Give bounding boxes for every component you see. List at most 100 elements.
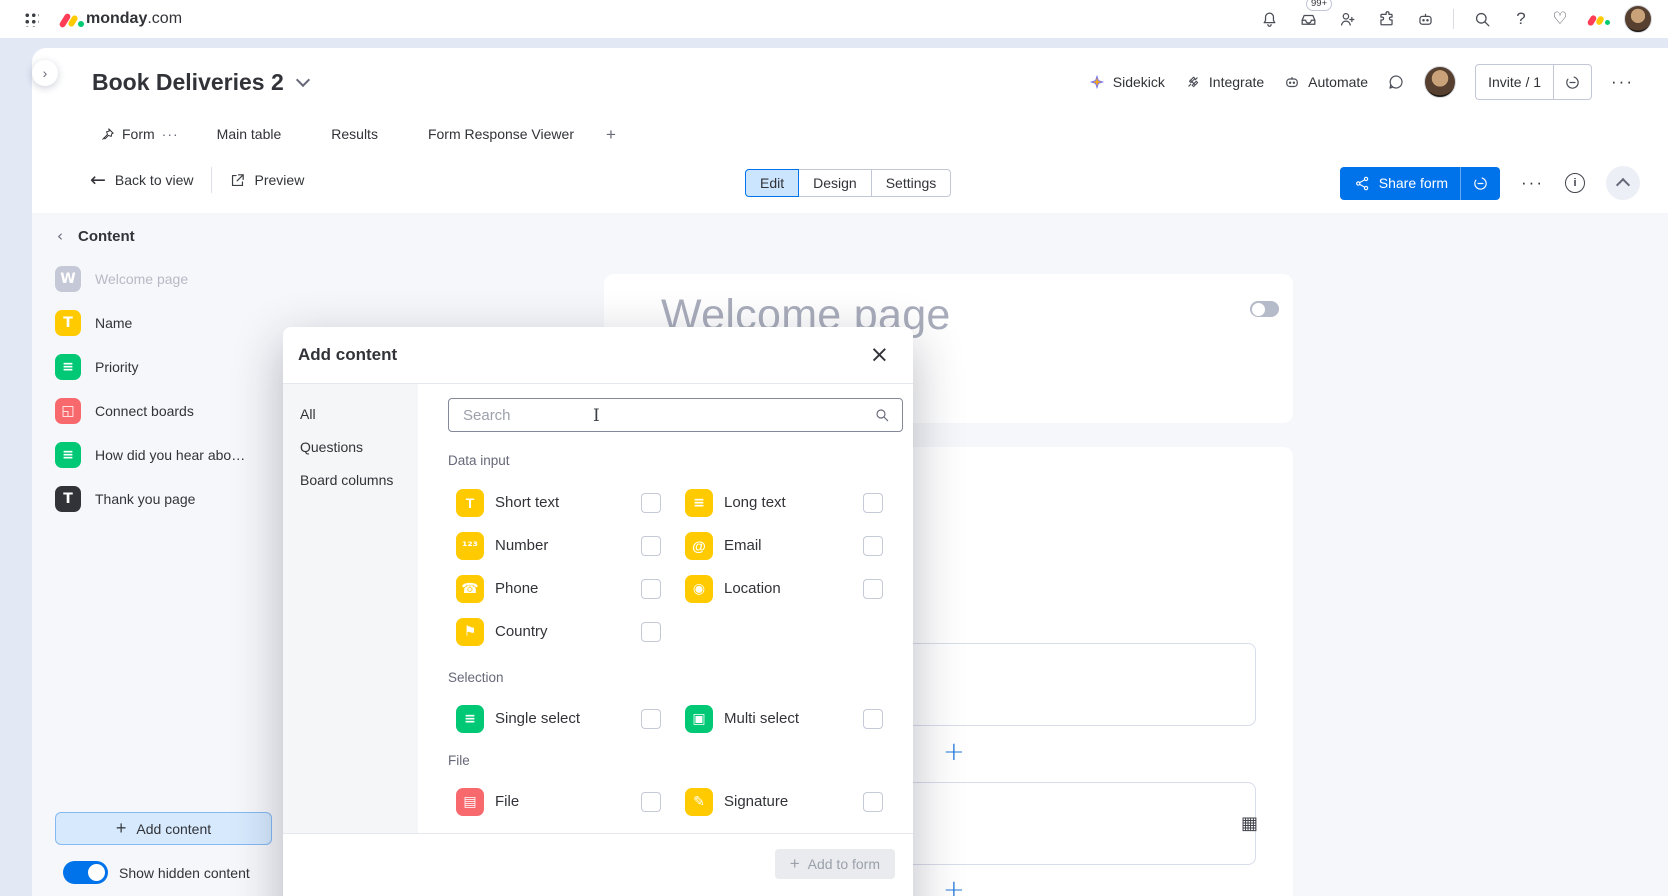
single-select-checkbox[interactable]	[641, 708, 661, 729]
phone-checkbox[interactable]	[641, 578, 661, 599]
search-icon	[876, 409, 889, 422]
monday-product-switcher-icon[interactable]	[1584, 9, 1615, 29]
add-content-modal: Add content × All Questions Board column…	[283, 327, 913, 896]
column-type-signature[interactable]: ✎ Signature	[685, 787, 863, 816]
pin-icon	[100, 127, 115, 142]
welcome-page-toggle[interactable]	[1250, 301, 1279, 317]
mode-switch: Edit Design Settings	[745, 169, 952, 197]
automate-button[interactable]: Automate	[1283, 73, 1368, 91]
inbox-tray-icon[interactable]: 99+	[1293, 0, 1333, 34]
favorites-heart-icon[interactable]: ♡	[1545, 4, 1575, 34]
board-owner-avatar[interactable]	[1424, 66, 1457, 98]
add-question-plus-icon[interactable]: +	[943, 877, 965, 896]
sidebar-back-chevron-icon[interactable]: ‹	[57, 227, 63, 245]
notifications-bell-icon[interactable]	[1254, 4, 1284, 34]
file-icon: ▤	[456, 787, 484, 816]
number-checkbox[interactable]	[641, 535, 661, 556]
single-select-icon: ≡	[456, 704, 484, 733]
location-checkbox[interactable]	[863, 578, 883, 599]
column-type-multi-select[interactable]: ▣ Multi select	[685, 704, 863, 733]
short-text-icon: T	[456, 488, 484, 517]
invite-members-icon[interactable]	[1332, 4, 1362, 34]
column-type-email[interactable]: @ Email	[685, 531, 863, 560]
back-to-view-button[interactable]: ← Back to view	[90, 170, 194, 190]
number-icon: ¹²³	[456, 531, 484, 560]
section-label-data-input: Data input	[448, 453, 510, 468]
mode-settings-button[interactable]: Settings	[870, 169, 952, 197]
expand-panel-chevron-icon[interactable]: ›	[32, 60, 58, 86]
help-icon[interactable]: ?	[1506, 4, 1536, 34]
nav-item-all[interactable]: All	[300, 405, 418, 424]
collapse-toolbar-button[interactable]	[1606, 166, 1640, 200]
tab-form[interactable]: Form ···	[88, 120, 191, 155]
nav-item-questions[interactable]: Questions	[300, 438, 418, 457]
content-list: W Welcome page T Name ≡ Priority ◱ Conne…	[55, 257, 295, 521]
section-label-file: File	[448, 753, 470, 768]
mode-design-button[interactable]: Design	[798, 169, 872, 197]
show-hidden-content-toggle[interactable]	[63, 861, 108, 884]
topbar-divider	[1453, 9, 1454, 29]
file-checkbox[interactable]	[641, 791, 661, 812]
list-item-priority[interactable]: ≡ Priority	[55, 345, 295, 389]
add-content-button[interactable]: + Add content	[55, 812, 272, 845]
column-type-phone[interactable]: ☎ Phone	[456, 574, 641, 603]
preview-button[interactable]: Preview	[229, 172, 304, 189]
sidebar-title: Content	[78, 227, 135, 245]
tab-form-menu-dots[interactable]: ···	[162, 126, 179, 142]
modal-category-nav: All Questions Board columns	[283, 384, 418, 833]
column-type-file[interactable]: ▤ File	[456, 787, 641, 816]
multi-select-checkbox[interactable]	[863, 708, 883, 729]
apps-grid-icon[interactable]	[16, 4, 46, 34]
tab-results[interactable]: Results	[317, 120, 392, 155]
search-input[interactable]	[461, 405, 874, 425]
invite-button[interactable]: Invite / 1	[1475, 64, 1593, 100]
tab-main-table[interactable]: Main table	[203, 120, 296, 155]
board-chat-icon[interactable]	[1387, 73, 1405, 91]
ai-assistant-robot-icon[interactable]	[1410, 4, 1440, 34]
search-icon[interactable]	[1467, 4, 1497, 34]
add-question-plus-icon[interactable]: +	[943, 739, 965, 765]
top-app-bar: monday.com 99+ ? ♡	[0, 0, 1668, 38]
nav-item-board-columns[interactable]: Board columns	[300, 471, 418, 490]
share-form-button[interactable]: Share form	[1339, 166, 1501, 200]
column-type-long-text[interactable]: ≡ Long text	[685, 488, 863, 517]
tab-form-response-viewer[interactable]: Form Response Viewer	[414, 120, 588, 155]
add-to-form-button[interactable]: + Add to form	[774, 849, 895, 879]
copy-form-link-icon[interactable]	[1461, 175, 1500, 192]
apps-marketplace-icon[interactable]	[1371, 4, 1401, 34]
board-title[interactable]: Book Deliveries 2	[92, 69, 284, 96]
monday-logo[interactable]: monday.com	[58, 10, 182, 29]
email-icon: @	[685, 531, 713, 560]
short-text-checkbox[interactable]	[641, 492, 661, 513]
list-item-welcome-page[interactable]: W Welcome page	[55, 257, 295, 301]
integrate-button[interactable]: Integrate	[1184, 73, 1264, 91]
column-type-single-select[interactable]: ≡ Single select	[456, 704, 641, 733]
list-item-thank-you-page[interactable]: T Thank you page	[55, 477, 295, 521]
list-item-how-did-you-hear[interactable]: ≡ How did you hear abo…	[55, 433, 295, 477]
column-type-country[interactable]: ⚑ Country	[456, 617, 641, 646]
signature-pen-icon: ✎	[685, 787, 713, 816]
copy-board-link-icon[interactable]	[1554, 74, 1591, 91]
modal-search-box[interactable]: I	[448, 398, 903, 432]
column-type-location[interactable]: ◉ Location	[685, 574, 863, 603]
long-text-checkbox[interactable]	[863, 492, 883, 513]
board-title-chevron-icon[interactable]	[295, 72, 310, 88]
country-checkbox[interactable]	[641, 621, 661, 642]
add-view-tab-button[interactable]: +	[602, 120, 626, 145]
column-type-number[interactable]: ¹²³ Number	[456, 531, 641, 560]
open-preview-icon	[231, 173, 244, 186]
toggle-label: Show hidden content	[119, 864, 250, 881]
column-type-short-text[interactable]: T Short text	[456, 488, 641, 517]
email-checkbox[interactable]	[863, 535, 883, 556]
signature-checkbox[interactable]	[863, 791, 883, 812]
user-avatar[interactable]	[1624, 5, 1652, 33]
section-label-selection: Selection	[448, 670, 504, 685]
board-menu-dots[interactable]: ···	[1611, 72, 1634, 92]
sidekick-button[interactable]: Sidekick	[1088, 73, 1165, 91]
mode-edit-button[interactable]: Edit	[745, 169, 800, 197]
list-item-connect-boards[interactable]: ◱ Connect boards	[55, 389, 295, 433]
list-item-name[interactable]: T Name	[55, 301, 295, 345]
toolbar-menu-dots[interactable]: ···	[1521, 173, 1544, 193]
close-icon[interactable]: ×	[870, 344, 889, 367]
info-icon[interactable]: i	[1565, 173, 1585, 193]
